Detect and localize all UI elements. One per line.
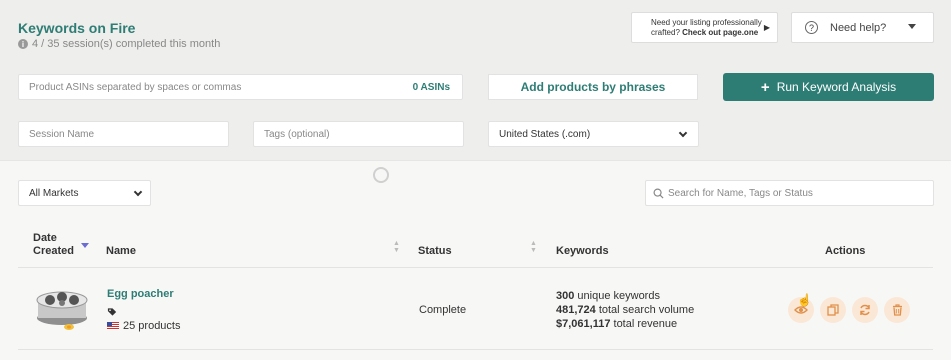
page-one-promo[interactable]: Need your listing professionally crafted…: [631, 12, 778, 43]
marketplace-value: United States (.com): [499, 128, 591, 140]
unique-keywords: 300 unique keywords: [556, 290, 660, 302]
chevron-down-icon: [678, 128, 688, 138]
duplicate-button[interactable]: [820, 297, 846, 323]
sort-icon[interactable]: ▲ ▼: [393, 240, 400, 254]
sort-desc-icon[interactable]: [81, 243, 89, 248]
run-analysis-button[interactable]: + Run Keyword Analysis: [723, 73, 934, 101]
asin-input[interactable]: Product ASINs separated by spaces or com…: [18, 74, 463, 100]
trash-icon: [892, 304, 902, 316]
search-icon: [653, 188, 664, 199]
add-by-phrases-button[interactable]: Add products by phrases: [488, 74, 698, 100]
promo-line2: crafted? Check out page.one: [651, 28, 759, 37]
session-placeholder: Session Name: [29, 128, 95, 140]
sessions-text: 4 / 35 session(s) completed this month: [32, 38, 221, 50]
status-text: Complete: [419, 304, 467, 316]
row-divider: [18, 349, 933, 350]
asin-count: 0 ASINs: [412, 81, 450, 93]
promo-link[interactable]: Check out page.one: [682, 28, 758, 37]
refresh-icon: [860, 304, 870, 316]
product-count: 25 products: [107, 320, 180, 332]
marketplace-select[interactable]: United States (.com): [488, 121, 699, 147]
tags-input[interactable]: Tags (optional): [253, 121, 464, 147]
markets-filter[interactable]: All Markets: [18, 180, 151, 206]
total-revenue: $7,061,117 total revenue: [556, 318, 678, 330]
session-name-link[interactable]: Egg poacher: [107, 288, 174, 300]
chevron-down-icon: [133, 187, 143, 197]
search-input[interactable]: Search for Name, Tags or Status: [645, 180, 934, 206]
plus-icon: +: [760, 78, 770, 96]
product-thumbnail[interactable]: [33, 286, 91, 331]
asin-placeholder: Product ASINs separated by spaces or com…: [29, 81, 242, 93]
sort-icon[interactable]: ▲ ▼: [530, 240, 537, 254]
question-icon: ?: [805, 21, 818, 34]
help-dropdown[interactable]: ? Need help?: [791, 12, 934, 43]
col-actions: Actions: [825, 245, 866, 257]
product-count-text: 25 products: [123, 320, 181, 332]
rerun-button[interactable]: [852, 297, 878, 323]
col-status[interactable]: Status: [418, 245, 452, 258]
col-keywords: Keywords: [556, 245, 609, 257]
promo-line1: Need your listing professionally: [651, 18, 762, 27]
info-icon: i: [18, 39, 28, 49]
col-date-created[interactable]: Date Created: [33, 232, 74, 258]
sessions-counter: i 4 / 35 session(s) completed this month: [18, 38, 220, 50]
page-title: Keywords on Fire: [18, 20, 136, 36]
run-label: Run Keyword Analysis: [776, 80, 897, 94]
delete-button[interactable]: [884, 297, 910, 323]
tags-placeholder: Tags (optional): [264, 128, 330, 140]
pointer-cursor-icon: ☝: [797, 293, 812, 307]
play-arrow-icon: ▶: [763, 23, 770, 32]
col-name[interactable]: Name: [106, 245, 136, 258]
us-flag-icon: [107, 322, 119, 330]
caret-down-icon: [908, 24, 916, 29]
tag-icon[interactable]: [107, 307, 118, 320]
help-label: Need help?: [830, 21, 887, 34]
search-volume: 481,724 total search volume: [556, 304, 695, 316]
copy-icon: [827, 304, 839, 316]
session-name-input[interactable]: Session Name: [18, 121, 229, 147]
loading-spinner-icon: [373, 167, 389, 183]
header-divider: [18, 267, 933, 268]
markets-value: All Markets: [29, 187, 79, 199]
search-placeholder: Search for Name, Tags or Status: [668, 187, 813, 199]
